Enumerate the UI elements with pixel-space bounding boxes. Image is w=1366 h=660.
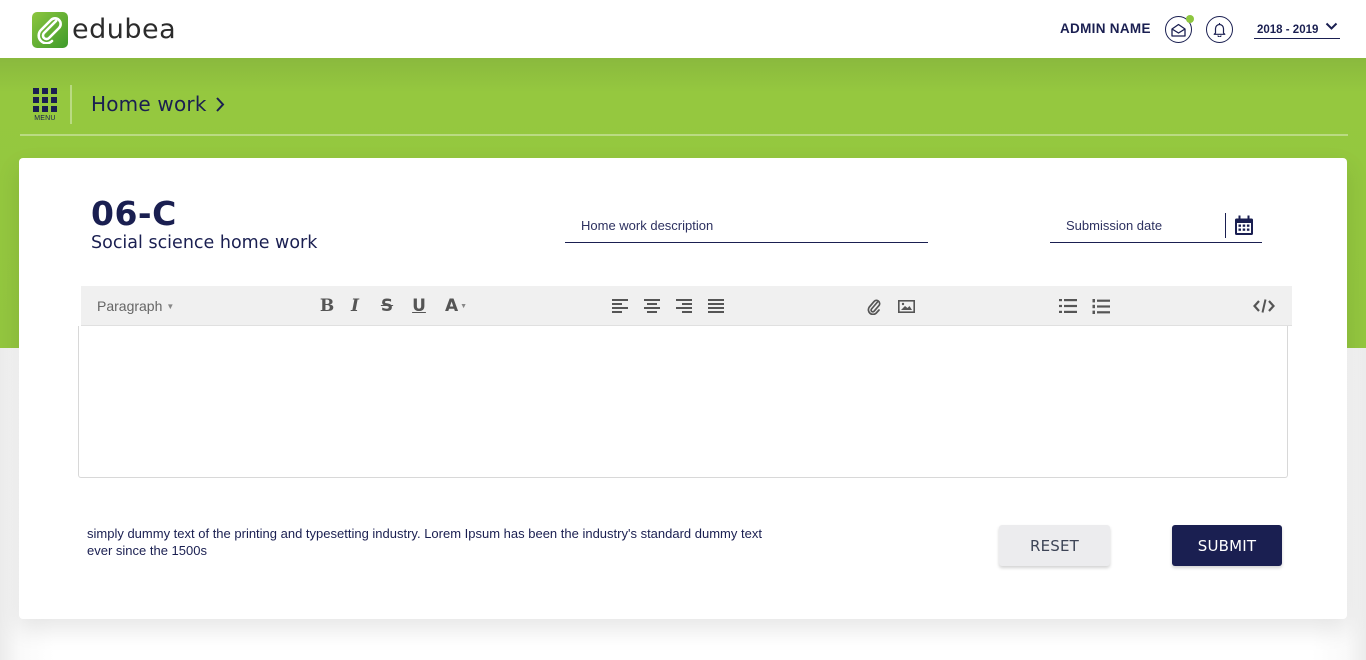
mail-open-icon	[1171, 23, 1186, 37]
italic-icon: I	[351, 296, 359, 316]
bold-button[interactable]: B	[315, 286, 339, 326]
breadcrumb-home-work[interactable]: Home work	[91, 92, 207, 116]
paperclip-icon	[867, 299, 881, 315]
class-code: 06-C	[91, 194, 177, 233]
notifications-button[interactable]	[1206, 16, 1233, 43]
menu-button[interactable]: MENU	[32, 88, 58, 124]
calendar-icon[interactable]	[1234, 215, 1254, 236]
reset-button[interactable]: RESET	[999, 525, 1110, 566]
bullet-list-icon	[1059, 299, 1077, 313]
divider	[20, 134, 1348, 136]
academic-year-select[interactable]: 2018 - 2019	[1254, 21, 1340, 39]
image-icon	[897, 299, 915, 313]
strikethrough-button[interactable]: S	[375, 286, 399, 326]
align-justify-button[interactable]	[704, 286, 728, 326]
insert-image-button[interactable]	[894, 286, 918, 326]
paragraph-format-label: Paragraph	[97, 298, 163, 314]
divider	[70, 85, 72, 124]
italic-button[interactable]: I	[343, 286, 367, 326]
attach-file-button[interactable]	[862, 286, 886, 326]
strikethrough-icon: S	[380, 296, 394, 316]
bullet-list-button[interactable]	[1056, 286, 1080, 326]
mail-button[interactable]	[1165, 15, 1194, 43]
paragraph-format-select[interactable]: Paragraph ▼	[97, 286, 174, 326]
notification-dot	[1186, 15, 1194, 23]
align-center-icon	[644, 299, 660, 313]
info-note: simply dummy text of the printing and ty…	[87, 526, 762, 558]
homework-card: 06-C Social science home work Paragraph …	[19, 158, 1347, 619]
editor-content-area[interactable]	[78, 326, 1288, 478]
submit-button[interactable]: SUBMIT	[1172, 525, 1282, 566]
align-center-button[interactable]	[640, 286, 664, 326]
chevron-down-icon	[1325, 22, 1338, 30]
caret-down-icon: ▼	[166, 301, 175, 311]
description-input[interactable]	[565, 209, 928, 242]
top-header: edubea ADMIN NAME 2018 - 2019	[0, 0, 1366, 58]
menu-label: MENU	[34, 115, 56, 122]
code-view-button[interactable]	[1252, 286, 1276, 326]
bold-icon: B	[319, 296, 335, 316]
font-color-icon: A	[444, 296, 459, 316]
numbered-list-icon	[1092, 298, 1110, 314]
description-field	[565, 209, 928, 243]
align-left-icon	[612, 299, 628, 313]
align-justify-icon	[708, 299, 724, 313]
submission-date-input[interactable]	[1050, 209, 1225, 242]
underline-icon: U	[412, 296, 426, 316]
align-left-button[interactable]	[608, 286, 632, 326]
align-right-icon	[676, 299, 692, 313]
chevron-right-icon	[215, 96, 224, 112]
caret-down-icon: ▼	[460, 302, 468, 310]
logo-mark-icon	[32, 12, 68, 48]
grid-menu-icon	[33, 88, 58, 112]
admin-name[interactable]: ADMIN NAME	[1060, 21, 1151, 36]
underline-button[interactable]: U	[407, 286, 431, 326]
academic-year-value: 2018 - 2019	[1257, 23, 1319, 36]
breadcrumb: Home work	[91, 92, 225, 116]
divider	[1225, 213, 1227, 238]
logo-text: edubea	[72, 14, 177, 45]
align-right-button[interactable]	[672, 286, 696, 326]
numbered-list-button[interactable]	[1089, 286, 1113, 326]
submission-date-field	[1050, 209, 1262, 243]
editor-toolbar: Paragraph ▼ B I S U A ▼	[81, 286, 1292, 326]
code-icon	[1253, 299, 1275, 313]
font-color-button[interactable]: A ▼	[441, 286, 471, 326]
logo[interactable]: edubea	[32, 12, 176, 48]
subject-title: Social science home work	[91, 233, 318, 253]
bell-icon	[1213, 23, 1226, 37]
